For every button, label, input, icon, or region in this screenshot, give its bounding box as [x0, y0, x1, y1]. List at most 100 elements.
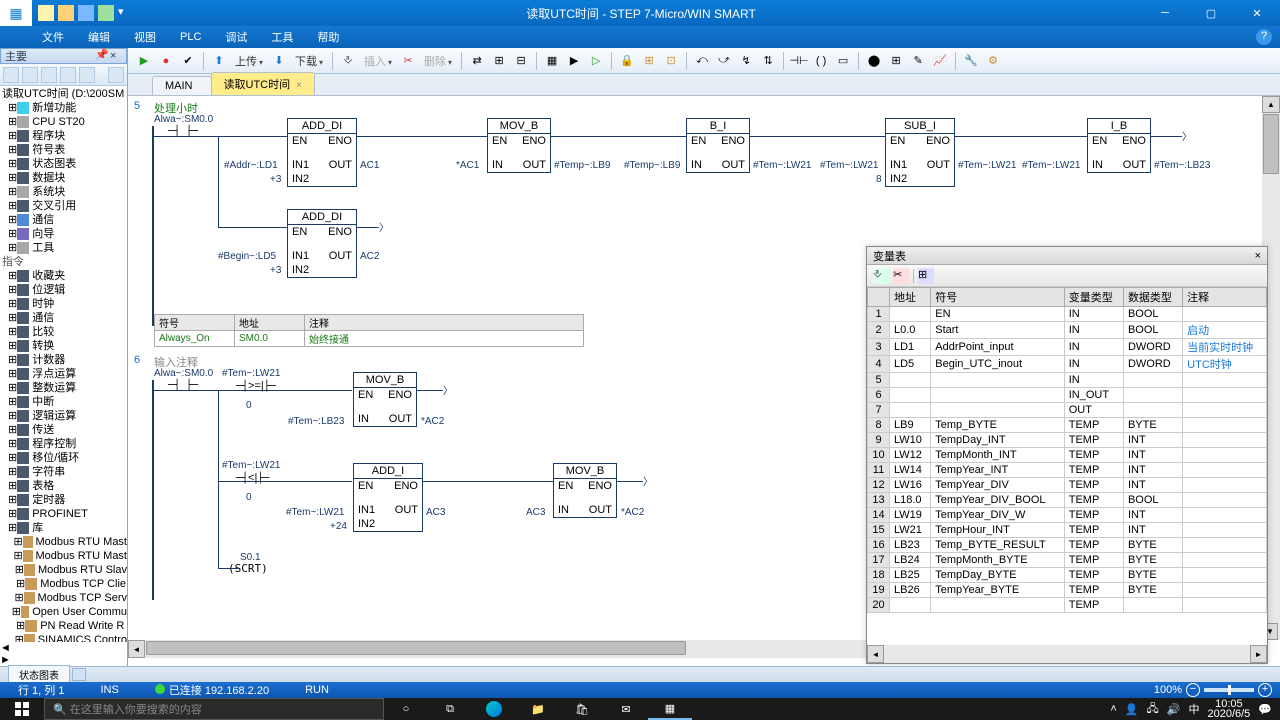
tree-item[interactable]: ⊞ 字符串 — [2, 465, 127, 479]
tree-item[interactable]: ⊞ 逻辑运算 — [2, 409, 127, 423]
tree-item[interactable]: ⊞ 表格 — [2, 479, 127, 493]
tree-item[interactable]: ⊞ Modbus RTU Mast — [2, 535, 127, 549]
table-row[interactable]: 7OUT — [868, 403, 1267, 418]
tool-n[interactable]: ⊣⊢ — [789, 51, 809, 71]
table-row[interactable]: 17LB24TempMonth_BYTETEMPBYTE — [868, 553, 1267, 568]
tree-tool-3[interactable] — [41, 67, 57, 83]
tree-item[interactable]: ⊞ 定时器 — [2, 493, 127, 507]
people-icon[interactable]: 👤 — [1125, 703, 1139, 716]
fbd-sub-i[interactable]: SUB_I ENENO IN1OUT IN2 — [885, 118, 955, 187]
tree-item[interactable]: ⊞ PROFINET — [2, 507, 127, 521]
tool-d[interactable]: ▦ — [542, 51, 562, 71]
tool-e[interactable]: ▶ — [564, 51, 584, 71]
tool-k[interactable]: ⤻ — [714, 51, 734, 71]
tree-item[interactable]: ⊞ 转换 — [2, 339, 127, 353]
tab-close-icon[interactable]: × — [296, 80, 302, 91]
close-button[interactable]: ✕ — [1234, 0, 1280, 26]
scroll-thumb[interactable] — [146, 641, 686, 655]
network-icon[interactable]: 🖧 — [1147, 700, 1159, 719]
save-icon[interactable] — [78, 5, 94, 21]
mail-icon[interactable]: ✉ — [604, 698, 648, 720]
fbd-add-di-2[interactable]: ADD_DI ENENO IN1OUT IN2 — [287, 209, 357, 278]
zoom-out-button[interactable]: − — [1186, 683, 1200, 697]
tree-item[interactable]: ⊞ 数据块 — [2, 171, 127, 185]
scroll-right-icon[interactable]: ► — [1250, 645, 1267, 663]
table-row[interactable]: 5IN — [868, 373, 1267, 388]
table-row[interactable]: 13L18.0TempYear_DIV_BOOLTEMPBOOL — [868, 493, 1267, 508]
tab-utc[interactable]: 读取UTC时间× — [211, 72, 315, 95]
tree-item[interactable]: ⊞ 向导 — [2, 227, 127, 241]
table-row[interactable]: 14LW19TempYear_DIV_WTEMPINT — [868, 508, 1267, 523]
tree-item[interactable]: ⊞ 符号表 — [2, 143, 127, 157]
fbd-mov-b-3[interactable]: MOV_B ENENO INOUT — [553, 463, 617, 518]
step7-task-icon[interactable]: ▦ — [648, 698, 692, 720]
tree-item[interactable]: ⊞ 位逻辑 — [2, 283, 127, 297]
scroll-left-icon[interactable]: ◄ — [128, 640, 145, 658]
tool-o[interactable]: ( ) — [811, 51, 831, 71]
tree-item[interactable]: ⊞ 收藏夹 — [2, 269, 127, 283]
tree-item[interactable]: ⊞ 系统块 — [2, 185, 127, 199]
table-row[interactable]: 20TEMP — [868, 598, 1267, 613]
zoom-in-button[interactable]: + — [1258, 683, 1272, 697]
table-row[interactable]: 15LW21TempHour_INTTEMPINT — [868, 523, 1267, 538]
fbd-mov-b-1[interactable]: MOV_B ENENO INOUT — [487, 118, 551, 173]
tool-c[interactable]: ⊟ — [511, 51, 531, 71]
tree-item[interactable]: ⊞ 程序控制 — [2, 437, 127, 451]
tree-item[interactable]: ⊞ 移位/循环 — [2, 451, 127, 465]
delete-icon[interactable]: ✂ — [398, 51, 418, 71]
settings-icon[interactable] — [98, 5, 114, 21]
table-row[interactable]: 1ENINBOOL — [868, 307, 1267, 322]
tree-tool-6[interactable] — [108, 67, 124, 83]
fbd-add-i[interactable]: ADD_I ENENO IN1OUT IN2 — [353, 463, 423, 532]
panel-close-icon[interactable]: × — [1255, 250, 1261, 262]
taskbar-search[interactable]: 🔍 在这里输入你要搜索的内容 — [44, 698, 384, 720]
table-row[interactable]: 3LD1AddrPoint_inputINDWORD当前实时时钟 — [868, 339, 1267, 356]
upload-button[interactable]: 上传 — [231, 53, 267, 69]
table-row[interactable]: 11LW14TempYear_INTTEMPINT — [868, 463, 1267, 478]
tree-tool-2[interactable] — [22, 67, 38, 83]
tree-item[interactable]: ⊞ 通信 — [2, 213, 127, 227]
system-tray[interactable]: ˄ 👤 🖧 🔊 中 10:052020/6/5 💬 — [1102, 699, 1280, 719]
tool-p[interactable]: ▭ — [833, 51, 853, 71]
tree-root[interactable]: 读取UTC时间 (D:\200SM — [2, 87, 127, 101]
table-row[interactable]: 10LW12TempMonth_INTTEMPINT — [868, 448, 1267, 463]
volume-icon[interactable]: 🔊 — [1167, 703, 1181, 716]
tool-t[interactable]: 📈 — [930, 51, 950, 71]
tree-item[interactable]: ⊞ 传送 — [2, 423, 127, 437]
tool-a[interactable]: ⇄ — [467, 51, 487, 71]
insert-icon[interactable]: ⎀ — [338, 51, 358, 71]
minimize-button[interactable]: ─ — [1142, 0, 1188, 26]
tree-item[interactable]: ⊞ 状态图表 — [2, 157, 127, 171]
explorer-icon[interactable]: 📁 — [516, 698, 560, 720]
tool-l[interactable]: ↯ — [736, 51, 756, 71]
dropdown-icon[interactable]: ▾ — [118, 5, 134, 21]
edge-icon[interactable] — [472, 698, 516, 720]
tree-item[interactable]: ⊞ 通信 — [2, 311, 127, 325]
tray-up-icon[interactable]: ˄ — [1110, 703, 1116, 715]
tree-item[interactable]: ⊞ 交叉引用 — [2, 199, 127, 213]
tree-item[interactable]: ⊞ 中断 — [2, 395, 127, 409]
menu-help[interactable]: 帮助 — [317, 29, 339, 45]
store-icon[interactable]: 🛍 — [560, 698, 604, 720]
insert-button[interactable]: 插入 — [360, 53, 396, 69]
menu-tools[interactable]: 工具 — [271, 29, 293, 45]
tool-r[interactable]: ⊞ — [886, 51, 906, 71]
tool-m[interactable]: ⇅ — [758, 51, 778, 71]
help-icon[interactable]: ? — [1256, 29, 1272, 45]
tree-item[interactable]: ⊞ Modbus RTU Mast — [2, 549, 127, 563]
tree-item[interactable]: ⊞ 库 — [2, 521, 127, 535]
cortana-icon[interactable]: ○ — [384, 698, 428, 720]
new-icon[interactable] — [38, 5, 54, 21]
tree-item[interactable]: ⊞ 浮点运算 — [2, 367, 127, 381]
maximize-button[interactable]: ▢ — [1188, 0, 1234, 26]
tree-item[interactable]: ⊞ 新增功能 — [2, 101, 127, 115]
tool-v[interactable]: ⚙ — [983, 51, 1003, 71]
table-row[interactable]: 19LB26TempYear_BYTETEMPBYTE — [868, 583, 1267, 598]
tree-item[interactable]: ⊞ SINAMICS Contro — [2, 633, 127, 642]
fbd-i-b[interactable]: I_B ENENO INOUT — [1087, 118, 1151, 173]
run-button[interactable]: ▶ — [134, 51, 154, 71]
notification-icon[interactable]: 💬 — [1258, 703, 1272, 716]
scroll-thumb[interactable] — [1263, 114, 1279, 174]
pin-icon[interactable]: 📌 — [95, 50, 107, 62]
menu-file[interactable]: 文件 — [42, 29, 64, 45]
